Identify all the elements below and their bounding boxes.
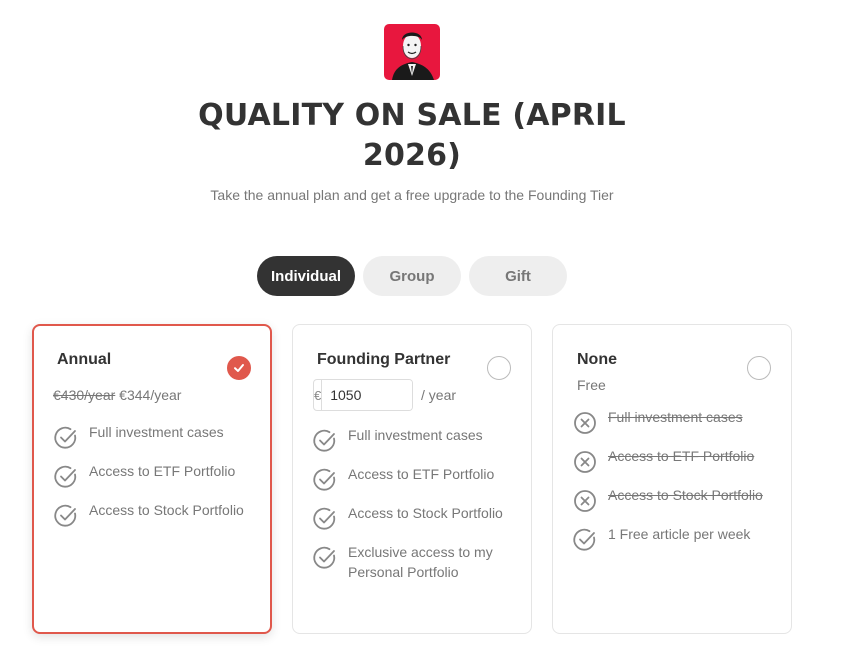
- amount-row: € / year: [313, 379, 456, 411]
- plan-title: None: [577, 351, 617, 368]
- tab-group[interactable]: Group: [363, 256, 461, 296]
- x-circle-icon: [574, 451, 596, 473]
- check-circle-icon: [54, 426, 77, 449]
- feature-list: Full investment cases Access to ETF Port…: [53, 424, 259, 544]
- plan-radio-checked[interactable]: [227, 356, 251, 380]
- plan-card-none[interactable]: None Free Full investment cases Access t…: [552, 324, 792, 634]
- feature-text: Full investment cases: [608, 409, 743, 425]
- x-circle-icon: [574, 412, 596, 434]
- plan-radio[interactable]: [487, 356, 511, 380]
- list-item: Access to Stock Portfolio: [572, 487, 778, 514]
- tab-individual[interactable]: Individual: [257, 256, 355, 296]
- check-circle-icon: [313, 507, 336, 530]
- feature-text: Access to Stock Portfolio: [348, 505, 503, 521]
- plan-type-tabs: Individual Group Gift: [257, 256, 567, 296]
- plan-title: Annual: [57, 351, 112, 368]
- feature-text: Full investment cases: [348, 427, 483, 443]
- page-title: QUALITY ON SALE (APRIL 2026): [198, 98, 626, 173]
- list-item: Full investment cases: [53, 424, 259, 451]
- amount-unit: / year: [421, 387, 457, 403]
- currency-prefix: €: [314, 380, 323, 410]
- check-circle-icon: [313, 468, 336, 491]
- old-price: €430/year: [53, 387, 116, 403]
- plan-price: €430/year €344/year: [53, 387, 181, 403]
- list-item: Full investment cases: [572, 409, 778, 436]
- plan-price-label: Free: [577, 377, 606, 393]
- feature-text: Exclusive access to my Personal Portfoli…: [348, 544, 493, 580]
- list-item: Access to ETF Portfolio: [312, 466, 518, 493]
- list-item: 1 Free article per week: [572, 526, 778, 553]
- feature-list: Full investment cases Access to ETF Port…: [312, 427, 518, 597]
- check-circle-icon: [313, 429, 336, 452]
- amount-field: €: [313, 379, 413, 411]
- feature-text: Access to ETF Portfolio: [608, 448, 755, 464]
- plan-title: Founding Partner: [317, 351, 451, 368]
- page-subtitle: Take the annual plan and get a free upgr…: [210, 187, 614, 203]
- check-circle-icon: [54, 504, 77, 527]
- check-circle-icon: [313, 546, 336, 569]
- list-item: Access to Stock Portfolio: [53, 502, 259, 529]
- list-item: Access to ETF Portfolio: [53, 463, 259, 490]
- feature-text: Full investment cases: [89, 424, 224, 440]
- list-item: Access to ETF Portfolio: [572, 448, 778, 475]
- tab-gift[interactable]: Gift: [469, 256, 567, 296]
- feature-text: Access to ETF Portfolio: [89, 463, 236, 479]
- feature-text: Access to Stock Portfolio: [608, 487, 763, 503]
- check-circle-icon: [573, 528, 596, 551]
- list-item: Exclusive access to my Personal Portfoli…: [312, 544, 518, 582]
- feature-text: Access to ETF Portfolio: [348, 466, 495, 482]
- feature-text: Access to Stock Portfolio: [89, 502, 244, 518]
- author-logo: [384, 24, 440, 80]
- feature-text: 1 Free article per week: [608, 526, 751, 542]
- feature-list: Full investment cases Access to ETF Port…: [572, 409, 778, 568]
- new-price: €344/year: [119, 387, 182, 403]
- plan-card-founding-partner[interactable]: Founding Partner € / year Full investmen…: [292, 324, 532, 634]
- amount-input[interactable]: [322, 380, 412, 410]
- author-portrait-icon: [384, 24, 440, 80]
- list-item: Access to Stock Portfolio: [312, 505, 518, 532]
- list-item: Full investment cases: [312, 427, 518, 454]
- plan-radio[interactable]: [747, 356, 771, 380]
- check-icon: [234, 364, 244, 372]
- check-circle-icon: [54, 465, 77, 488]
- x-circle-icon: [574, 490, 596, 512]
- plan-card-annual[interactable]: Annual €430/year €344/year Full investme…: [32, 324, 272, 634]
